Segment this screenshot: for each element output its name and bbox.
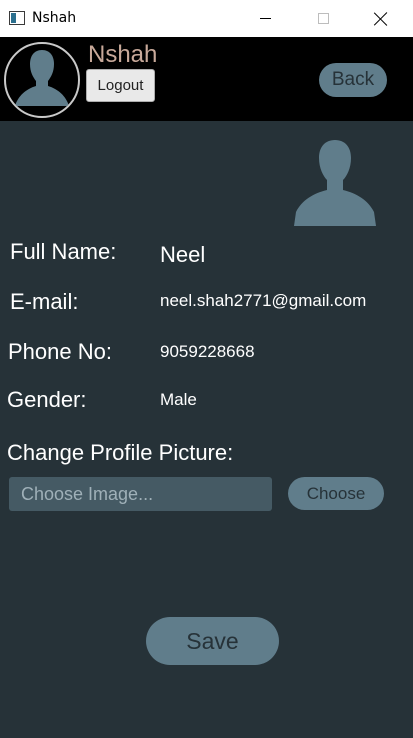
gender-value: Male: [160, 390, 197, 409]
full-name-label: Full Name:: [10, 239, 117, 264]
maximize-icon: [317, 13, 329, 24]
email-value: neel.shah2771@gmail.com: [160, 291, 367, 310]
maximize-button[interactable]: [294, 0, 352, 37]
gender-label: Gender:: [7, 387, 87, 412]
app-header: Nshah Logout Back: [0, 37, 413, 121]
logout-button[interactable]: Logout: [86, 69, 155, 102]
profile-picture: [294, 140, 376, 231]
minimize-button[interactable]: [236, 0, 294, 37]
avatar: [4, 42, 80, 118]
user-silhouette-icon: [294, 140, 376, 226]
app-icon: [9, 11, 25, 25]
image-path-placeholder: Choose Image...: [21, 483, 154, 504]
phone-label: Phone No:: [8, 339, 112, 364]
username-label: Nshah: [88, 41, 158, 68]
close-icon: [374, 12, 388, 26]
phone-value: 9059228668: [160, 342, 255, 361]
choose-image-button[interactable]: Choose: [288, 477, 384, 510]
image-path-input[interactable]: Choose Image...: [9, 477, 272, 511]
close-button[interactable]: [352, 0, 410, 37]
title-bar: Nshah: [0, 0, 413, 37]
full-name-value: Neel: [160, 242, 206, 267]
minimize-icon: [259, 18, 271, 19]
user-avatar-icon: [15, 50, 69, 106]
change-picture-label: Change Profile Picture:: [7, 440, 234, 465]
back-button[interactable]: Back: [319, 63, 387, 97]
window-title: Nshah: [32, 10, 77, 26]
save-button[interactable]: Save: [146, 617, 279, 665]
email-label: E-mail:: [10, 289, 79, 314]
